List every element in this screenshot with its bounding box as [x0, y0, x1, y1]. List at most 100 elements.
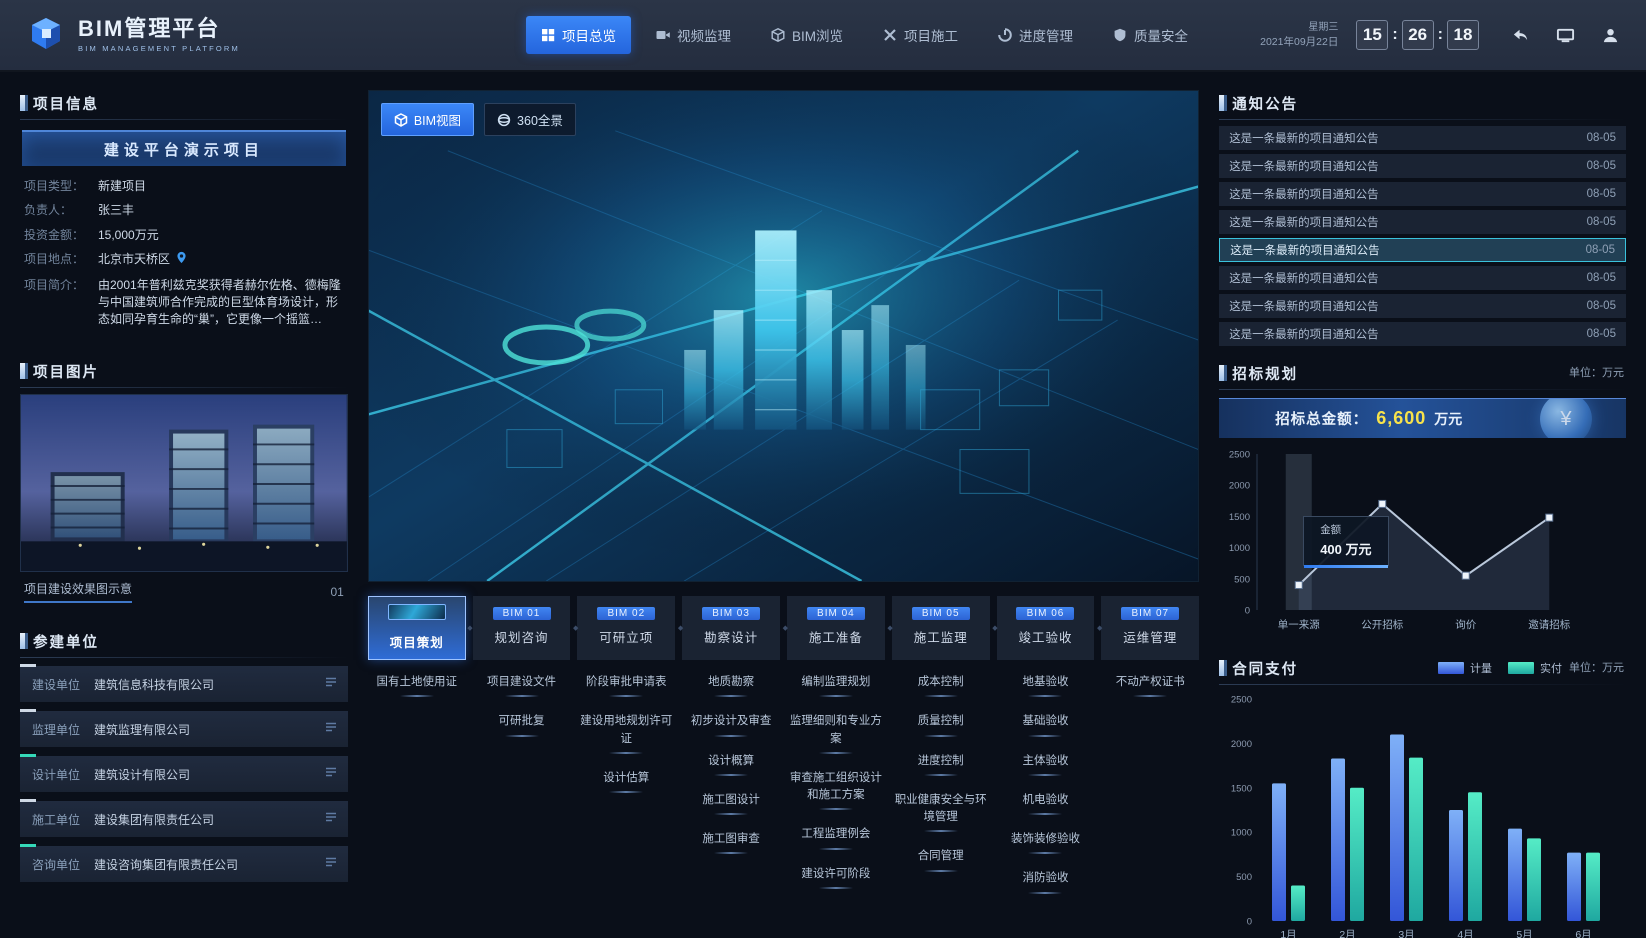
legend-item-实付[interactable]: 实付	[1508, 660, 1562, 676]
stage-task[interactable]: 合同管理	[918, 848, 964, 871]
stage-task[interactable]: 装饰装修验收	[1011, 831, 1080, 854]
nav-tab-进度管理[interactable]: 进度管理	[983, 16, 1088, 54]
svg-text:0: 0	[1247, 917, 1252, 928]
nav-tab-BIM浏览[interactable]: BIM浏览	[756, 16, 858, 54]
bim-viewport[interactable]: BIM视图 360全景	[368, 90, 1199, 582]
stage-task[interactable]: 消防验收	[1022, 870, 1068, 893]
stage-task[interactable]: 设计估算	[603, 770, 649, 793]
stage-task[interactable]: 初步设计及审查	[691, 713, 772, 736]
clock-seconds: 18	[1447, 20, 1479, 50]
nav-tab-项目施工[interactable]: 项目施工	[868, 16, 973, 54]
unit-row-设计单位[interactable]: 设计单位 建筑设计有限公司	[20, 756, 348, 792]
stage-tab-项目策划[interactable]: 项目策划	[368, 596, 466, 660]
unit-row-监理单位[interactable]: 监理单位 建筑监理有限公司	[20, 711, 348, 747]
cube-icon	[771, 28, 785, 42]
stage-badge: BIM 05	[912, 607, 970, 620]
stage-items-勘察设计: 地质勘察初步设计及审查设计概算施工图设计施工图审查	[682, 674, 780, 894]
stage-tab-施工准备[interactable]: BIM 04施工准备	[787, 596, 885, 660]
svg-text:1月: 1月	[1281, 929, 1297, 938]
stage-task[interactable]: 编制监理规划	[801, 674, 870, 697]
svg-text:单一来源: 单一来源	[1278, 618, 1320, 631]
stage-task[interactable]: 阶段审批申请表	[586, 674, 667, 697]
svg-text:1000: 1000	[1229, 543, 1250, 554]
notice-row[interactable]: 这是一条最新的项目通知公告08-05	[1219, 126, 1626, 150]
stage-task[interactable]: 可研批复	[499, 713, 545, 736]
center-stage: BIM视图 360全景 项目策划BIM 01规划咨询BIM 02可研立项BIM …	[368, 90, 1199, 920]
stage-task[interactable]: 设计概算	[708, 753, 754, 776]
notice-row[interactable]: 这是一条最新的项目通知公告08-05	[1219, 322, 1626, 346]
section-title-notices: 通知公告	[1232, 93, 1298, 114]
stage-task[interactable]: 建设用地规划许可证	[578, 713, 674, 754]
video-icon	[656, 28, 670, 42]
stage-badge: BIM 02	[597, 607, 655, 620]
screenshot-icon[interactable]	[1556, 26, 1575, 45]
stage-task[interactable]: 施工图审查	[702, 831, 760, 854]
stage-task[interactable]: 建设许可阶段	[801, 866, 870, 889]
stage-badge: BIM 06	[1016, 607, 1074, 620]
stage-task[interactable]: 质量控制	[918, 713, 964, 736]
bidding-line-chart[interactable]: 05001000150020002500单一来源公开招标询价邀请招标	[1219, 444, 1626, 641]
unit-row-咨询单位[interactable]: 咨询单位 建设咨询集团有限责任公司	[20, 846, 348, 882]
payment-bar-chart[interactable]: 050010001500200025001月2月3月4月5月6月	[1219, 687, 1626, 938]
notice-row[interactable]: 这是一条最新的项目通知公告08-05	[1219, 266, 1626, 290]
notice-row[interactable]: 这是一条最新的项目通知公告08-05	[1219, 294, 1626, 318]
panorama-360-button[interactable]: 360全景	[484, 103, 576, 136]
stage-task-columns: 国有土地使用证 项目建设文件可研批复 阶段审批申请表建设用地规划许可证设计估算 地质勘…	[368, 660, 1199, 894]
stage-task[interactable]: 工程监理例会	[801, 826, 870, 849]
shield-icon	[1113, 28, 1127, 42]
bim-dashboard: BIM管理平台 BIM MANAGEMENT PLATFORM 项目总览视频监理…	[0, 0, 1646, 938]
notice-row[interactable]: 这是一条最新的项目通知公告08-05	[1219, 238, 1626, 262]
unit-detail-icon[interactable]	[324, 855, 338, 874]
stage-task[interactable]: 监理细则和专业方案	[788, 713, 884, 754]
date-label: 2021年09月22日	[1260, 35, 1338, 49]
stage-tab-规划咨询[interactable]: BIM 01规划咨询	[473, 596, 571, 660]
stage-tab-竣工验收[interactable]: BIM 06竣工验收	[997, 596, 1095, 660]
photo-caption: 项目建设效果图示意	[24, 580, 132, 603]
svg-text:3月: 3月	[1399, 929, 1415, 938]
progress-icon	[998, 28, 1012, 42]
bim-city-render	[369, 91, 1198, 581]
svg-text:5月: 5月	[1517, 929, 1533, 938]
nav-tab-项目总览[interactable]: 项目总览	[526, 16, 631, 54]
stage-task[interactable]: 不动产权证书	[1116, 674, 1185, 697]
stage-tab-可研立项[interactable]: BIM 02可研立项	[577, 596, 675, 660]
stage-task[interactable]: 地基验收	[1022, 674, 1068, 697]
stage-task[interactable]: 机电验收	[1022, 792, 1068, 815]
nav-tab-质量安全[interactable]: 质量安全	[1098, 16, 1203, 54]
unit-detail-icon[interactable]	[324, 720, 338, 739]
user-icon[interactable]	[1601, 26, 1620, 45]
stage-task[interactable]: 施工图设计	[702, 792, 760, 815]
stage-items-施工监理: 成本控制质量控制进度控制职业健康安全与环境管理合同管理	[892, 674, 990, 894]
section-title-project-image: 项目图片	[33, 361, 99, 382]
stage-task[interactable]: 审查施工组织设计和施工方案	[788, 770, 884, 811]
stage-task[interactable]: 主体验收	[1022, 753, 1068, 776]
bim-view-button[interactable]: BIM视图	[381, 103, 474, 136]
stage-tab-运维管理[interactable]: BIM 07运维管理	[1101, 596, 1199, 660]
location-icon[interactable]	[175, 251, 188, 269]
undo-icon[interactable]	[1511, 26, 1530, 45]
stage-task[interactable]: 地质勘察	[708, 674, 754, 697]
notice-row[interactable]: 这是一条最新的项目通知公告08-05	[1219, 154, 1626, 178]
unit-detail-icon[interactable]	[324, 765, 338, 784]
stage-task[interactable]: 项目建设文件	[487, 674, 556, 697]
stage-task[interactable]: 职业健康安全与环境管理	[893, 792, 989, 833]
stage-tab-勘察设计[interactable]: BIM 03勘察设计	[682, 596, 780, 660]
nav-tab-视频监理[interactable]: 视频监理	[641, 16, 746, 54]
stage-task[interactable]: 进度控制	[918, 753, 964, 776]
svg-text:6月: 6月	[1576, 929, 1592, 938]
app-title: BIM管理平台	[78, 17, 240, 41]
unit-detail-icon[interactable]	[324, 675, 338, 694]
legend-item-计量[interactable]: 计量	[1438, 660, 1492, 676]
stage-task[interactable]: 国有土地使用证	[376, 674, 457, 697]
stage-task[interactable]: 基础验收	[1022, 713, 1068, 736]
stage-task[interactable]: 成本控制	[918, 674, 964, 697]
unit-row-施工单位[interactable]: 施工单位 建设集团有限责任公司	[20, 801, 348, 837]
stage-tab-施工监理[interactable]: BIM 05施工监理	[892, 596, 990, 660]
project-photo[interactable]	[20, 394, 348, 572]
notice-row[interactable]: 这是一条最新的项目通知公告08-05	[1219, 182, 1626, 206]
unit-detail-icon[interactable]	[324, 810, 338, 829]
notice-row[interactable]: 这是一条最新的项目通知公告08-05	[1219, 210, 1626, 234]
unit-row-建设单位[interactable]: 建设单位 建筑信息科技有限公司	[20, 666, 348, 702]
photo-index: 01	[330, 585, 343, 599]
project-info-fields: 项目类型：新建项目负责人：张三丰投资金额：15,000万元项目地点：北京市天桥区…	[20, 178, 348, 329]
